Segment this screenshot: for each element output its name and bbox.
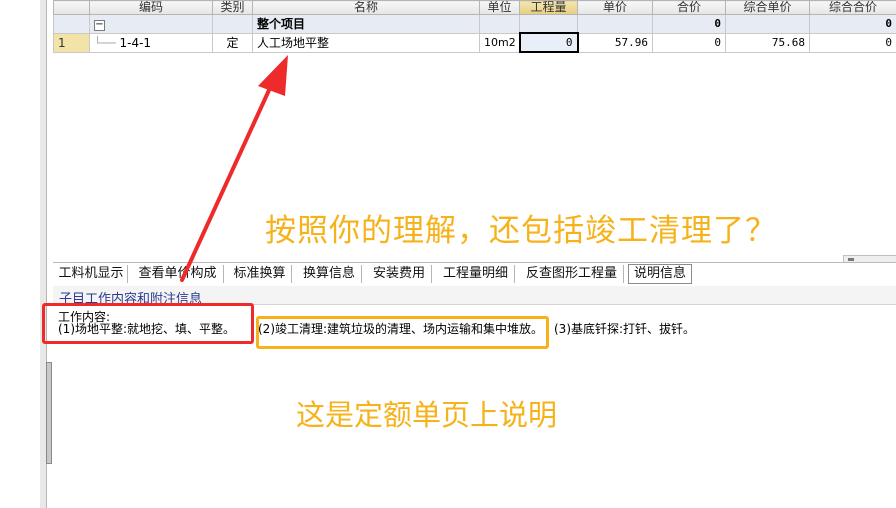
red-arrow-icon xyxy=(180,55,288,282)
